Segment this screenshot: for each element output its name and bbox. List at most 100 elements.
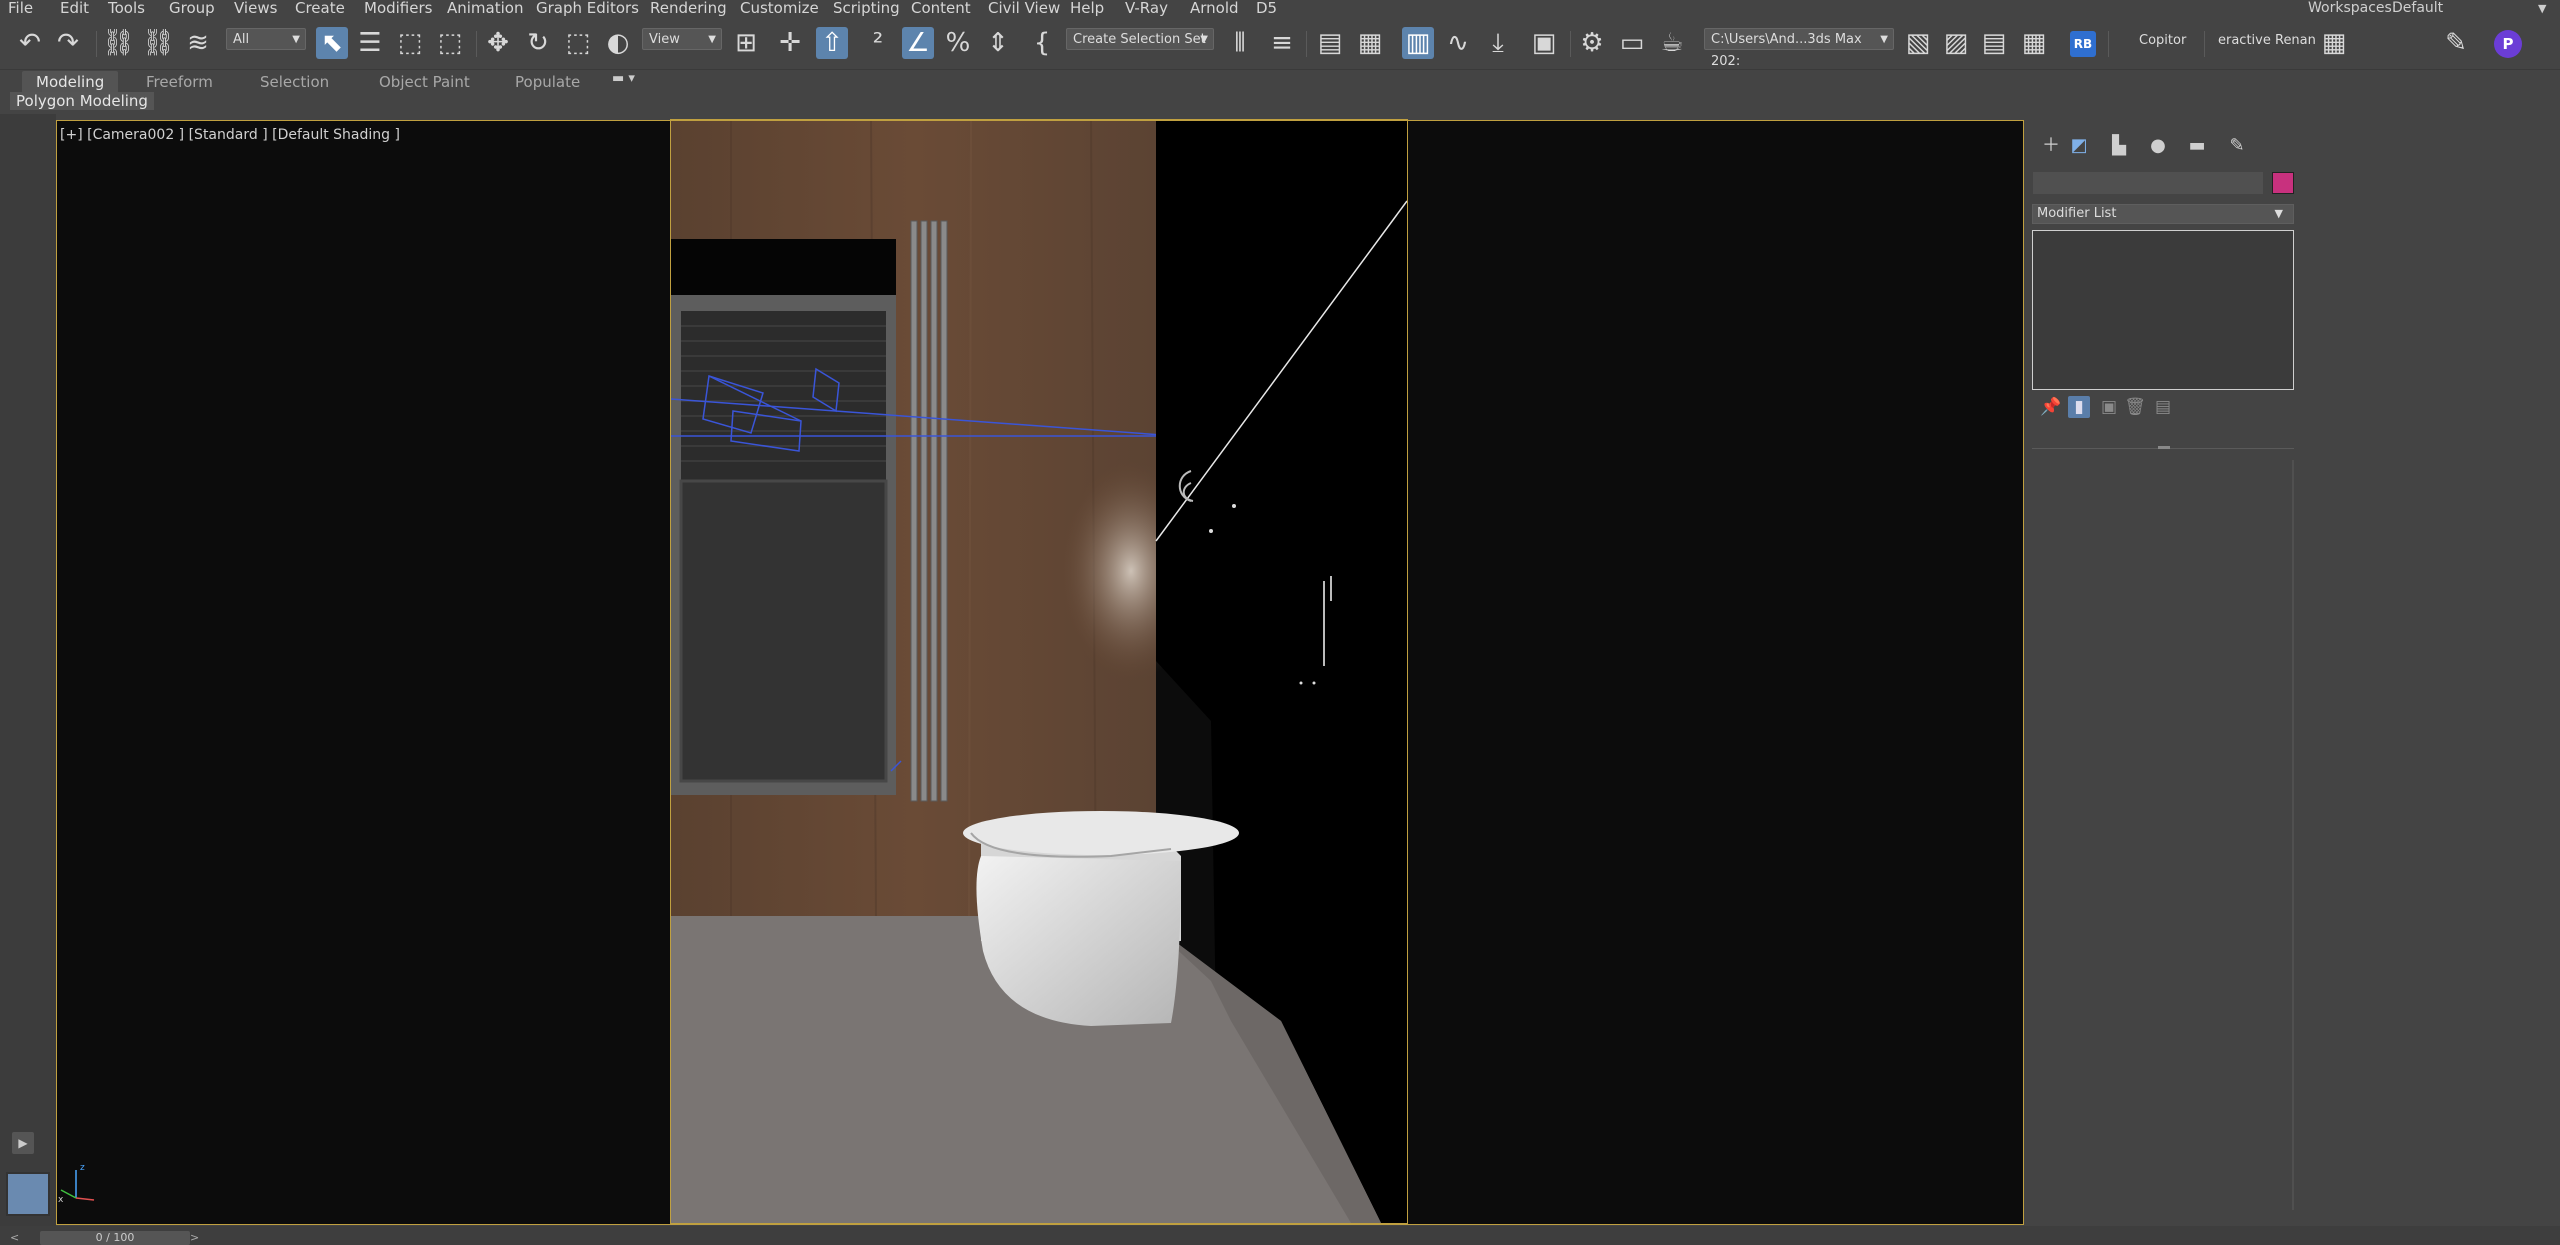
spinner-snap-icon[interactable]: ⇕ [982, 27, 1014, 59]
profile-avatar[interactable]: P [2494, 30, 2522, 58]
object-name-input[interactable] [2033, 172, 2263, 194]
align-icon[interactable]: ≡ [1266, 27, 1298, 59]
select-by-name-icon[interactable]: ☰ [354, 27, 386, 59]
show-end-result-icon[interactable]: ▮ [2068, 396, 2090, 418]
rotate-icon[interactable]: ↻ [522, 27, 554, 59]
pin-stack-icon[interactable]: 📌 [2040, 396, 2062, 418]
project-folder-dropdown[interactable]: C:\Users\And...3ds Max 202: ▼ [1704, 28, 1894, 69]
tab-selection[interactable]: Selection [260, 71, 329, 93]
render-setup-icon[interactable]: ⚙ [1576, 27, 1608, 59]
menu-civil-view[interactable]: Civil View [988, 0, 1060, 19]
selection-filter-dropdown[interactable]: All ▼ [226, 28, 306, 50]
move-icon[interactable]: ✥ [482, 27, 514, 59]
scale-icon[interactable]: ⬚ [562, 27, 594, 59]
modifier-list-dropdown[interactable]: Modifier List ▼ [2032, 204, 2294, 224]
modify-tab-icon[interactable]: ◩ [2066, 134, 2092, 158]
ribbon-panel-polygon-modeling[interactable]: Polygon Modeling [10, 92, 154, 110]
tab-modeling[interactable]: Modeling [22, 71, 119, 93]
menu-tools[interactable]: Tools [108, 0, 145, 19]
chevron-right-icon[interactable]: > [190, 1231, 199, 1244]
angle-snap-icon[interactable]: ∠ [902, 27, 934, 59]
link-icon[interactable]: ⛓ [102, 27, 135, 59]
scene-explorer-icon[interactable]: ▤ [1314, 27, 1346, 59]
schematic-view-icon[interactable]: ⤓ [1482, 27, 1514, 59]
utilities-tab-icon[interactable]: ✎ [2224, 134, 2250, 158]
unlink-icon[interactable]: ⛓ [142, 27, 175, 59]
toolbar-separator [96, 31, 97, 57]
menu-d5[interactable]: D5 [1256, 0, 1277, 19]
menu-arnold[interactable]: Arnold [1190, 0, 1239, 19]
viewport-layout-thumbnail[interactable] [6, 1172, 50, 1216]
menu-animation[interactable]: Animation [447, 0, 523, 19]
viewport-layout-bar [0, 114, 56, 1231]
object-color-swatch[interactable] [2272, 172, 2294, 194]
viewport-scene[interactable] [671, 121, 1407, 1223]
menu-views[interactable]: Views [234, 0, 277, 19]
bind-space-warp-icon[interactable]: ≋ [182, 27, 214, 59]
menu-create[interactable]: Create [295, 0, 345, 19]
workspace-dropdown[interactable]: Default [2392, 0, 2443, 17]
tab-populate[interactable]: Populate [515, 71, 580, 93]
reference-coordinate-dropdown[interactable]: View ▼ [642, 28, 722, 50]
play-icon[interactable]: ▶ [12, 1132, 34, 1154]
folder-icon[interactable]: ▤ [1978, 27, 2010, 59]
placement-icon[interactable]: ◐ [602, 27, 634, 59]
named-selection-dropdown[interactable]: Create Selection Set ▼ [1066, 28, 1214, 50]
pivot-center-icon[interactable]: ⊞ [730, 27, 762, 59]
snaps-toggle-icon[interactable]: ² [862, 27, 894, 59]
chevron-down-icon[interactable]: ▼ [2538, 0, 2546, 17]
panel-scrollbar[interactable] [2292, 460, 2294, 1210]
render-frame-icon[interactable]: ▦ [2318, 27, 2350, 59]
ribbon-toggle-icon[interactable]: ▥ [1402, 27, 1434, 59]
rect-selection-icon[interactable]: ⬚ [394, 27, 426, 59]
viewport-label[interactable]: [+] [Camera002 ] [Standard ] [Default Sh… [60, 127, 400, 143]
rb-button[interactable]: RB [2070, 31, 2096, 57]
motion-tab-icon[interactable]: ● [2145, 134, 2171, 158]
undo-icon[interactable]: ↶ [14, 27, 46, 59]
select-manipulate-icon[interactable]: ✛ [774, 27, 806, 59]
menu-scripting[interactable]: Scripting [833, 0, 900, 19]
create-tab-icon[interactable]: ＋ [2038, 134, 2064, 158]
menu-help[interactable]: Help [1070, 0, 1104, 19]
menu-customize[interactable]: Customize [740, 0, 819, 19]
menu-graph-editors[interactable]: Graph Editors [536, 0, 639, 19]
render-production-icon[interactable]: ☕ [1656, 27, 1688, 59]
keyboard-shortcut-override-icon[interactable]: ⇧ [816, 27, 848, 59]
percent-snap-icon[interactable]: % [942, 27, 974, 59]
modifier-stack[interactable] [2032, 230, 2294, 390]
save-icon[interactable]: ▦ [2018, 27, 2050, 59]
window-crossing-icon[interactable]: ⬚ [434, 27, 466, 59]
redo-icon[interactable]: ↷ [52, 27, 84, 59]
pen-icon[interactable]: ✎ [2440, 27, 2472, 59]
tab-freeform[interactable]: Freeform [146, 71, 213, 93]
chevron-left-icon[interactable]: < [10, 1231, 19, 1244]
project-icon[interactable]: ▨ [1940, 27, 1972, 59]
menu-file[interactable]: File [8, 0, 33, 19]
menu-edit[interactable]: Edit [60, 0, 89, 19]
layer-explorer-icon[interactable]: ▦ [1354, 27, 1386, 59]
interactive-render-button[interactable]: eractive Renan [2218, 33, 2316, 48]
ribbon-options-icon[interactable]: ▬ ▾ [612, 71, 635, 86]
mirror-icon[interactable]: ⫴ [1224, 27, 1256, 59]
menu-vray[interactable]: V-Ray [1125, 0, 1168, 19]
chevron-down-icon: ▼ [292, 34, 300, 45]
menu-content[interactable]: Content [911, 0, 971, 19]
configure-modifier-sets-icon[interactable]: ▤ [2152, 396, 2174, 418]
menu-rendering[interactable]: Rendering [650, 0, 727, 19]
curve-editor-icon[interactable]: ∿ [1442, 27, 1474, 59]
open-file-icon[interactable]: ▧ [1902, 27, 1934, 59]
select-object-icon[interactable]: ⬉ [316, 27, 348, 59]
material-editor-icon[interactable]: ▣ [1528, 27, 1560, 59]
panel-grip[interactable] [2158, 446, 2170, 449]
tab-object-paint[interactable]: Object Paint [379, 71, 470, 93]
edit-named-selection-icon[interactable]: { [1026, 27, 1058, 59]
remove-modifier-icon[interactable]: 🗑 [2124, 396, 2146, 418]
copitor-button[interactable]: Copitor [2139, 33, 2186, 48]
display-tab-icon[interactable]: ▬ [2184, 134, 2210, 158]
rendered-frame-window-icon[interactable]: ▭ [1616, 27, 1648, 59]
make-unique-icon[interactable]: ▣ [2098, 396, 2120, 418]
hierarchy-tab-icon[interactable]: ▙ [2106, 134, 2132, 158]
menu-group[interactable]: Group [169, 0, 215, 19]
menu-modifiers[interactable]: Modifiers [364, 0, 432, 19]
time-slider[interactable]: 0 / 100 [40, 1231, 190, 1245]
